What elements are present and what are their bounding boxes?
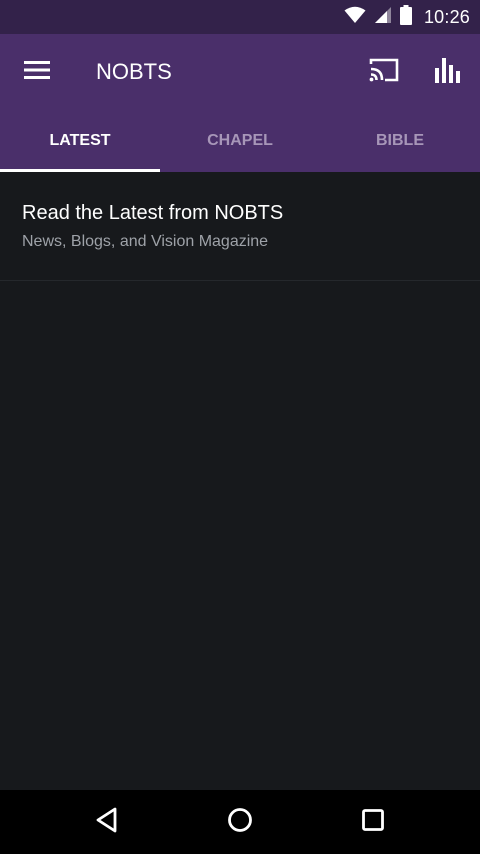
menu-button[interactable] [13, 48, 61, 96]
tab-bar: LATEST CHAPEL BIBLE [0, 110, 480, 172]
tab-label: LATEST [49, 132, 111, 149]
list-item-title: Read the Latest from NOBTS [22, 202, 284, 224]
cast-button[interactable] [360, 48, 408, 96]
recents-icon [360, 807, 386, 838]
cell-signal-icon [374, 6, 392, 29]
back-icon [94, 806, 120, 839]
tab-label: CHAPEL [207, 132, 273, 149]
menu-icon [24, 60, 50, 85]
tab-chapel[interactable]: CHAPEL [160, 110, 320, 172]
app-bar: NOBTS [0, 34, 480, 110]
bar-chart-icon [434, 56, 462, 89]
home-icon [226, 806, 254, 839]
tab-label: BIBLE [376, 132, 424, 149]
tab-bible[interactable]: BIBLE [320, 110, 480, 172]
battery-icon [399, 4, 412, 30]
recents-button[interactable] [349, 798, 397, 846]
cast-icon [368, 57, 400, 88]
content-list: Read the Latest from NOBTS News, Blogs, … [0, 172, 480, 790]
status-bar: 10:26 [0, 0, 480, 34]
stats-button[interactable] [424, 48, 472, 96]
list-item[interactable]: Read the Latest from NOBTS News, Blogs, … [0, 172, 480, 281]
status-icons: 10:26 [344, 0, 470, 34]
wifi-icon [344, 6, 366, 29]
tab-latest[interactable]: LATEST [0, 110, 160, 172]
app-title: NOBTS [96, 59, 172, 84]
list-item-subtitle: News, Blogs, and Vision Magazine [22, 233, 269, 250]
home-button[interactable] [216, 798, 264, 846]
navigation-bar [0, 790, 480, 854]
back-button[interactable] [83, 798, 131, 846]
status-time: 10:26 [423, 6, 470, 27]
